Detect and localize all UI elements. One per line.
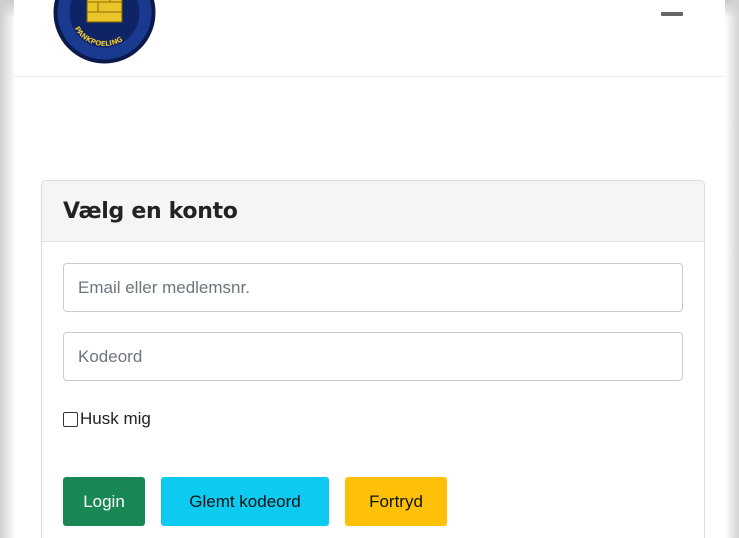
login-button[interactable]: Login (63, 477, 145, 526)
cancel-button[interactable]: Fortryd (345, 477, 447, 526)
card-header: Vælg en konto (42, 181, 704, 242)
login-card: Vælg en konto Husk mig Login Glemt kodeo… (41, 180, 705, 538)
email-input[interactable] (63, 263, 683, 312)
window-shadow-right (725, 0, 739, 538)
password-input[interactable] (63, 332, 683, 381)
site-logo[interactable]: PANKPOELING (52, 0, 157, 65)
menu-icon[interactable] (661, 12, 683, 16)
remember-label: Husk mig (80, 409, 151, 428)
site-header: PANKPOELING (14, 0, 725, 77)
card-title: Vælg en konto (63, 198, 238, 224)
remember-me[interactable]: Husk mig (63, 409, 151, 429)
forgot-password-button[interactable]: Glemt kodeord (161, 477, 329, 526)
window-shadow-left (0, 0, 16, 538)
remember-checkbox[interactable] (63, 411, 78, 427)
